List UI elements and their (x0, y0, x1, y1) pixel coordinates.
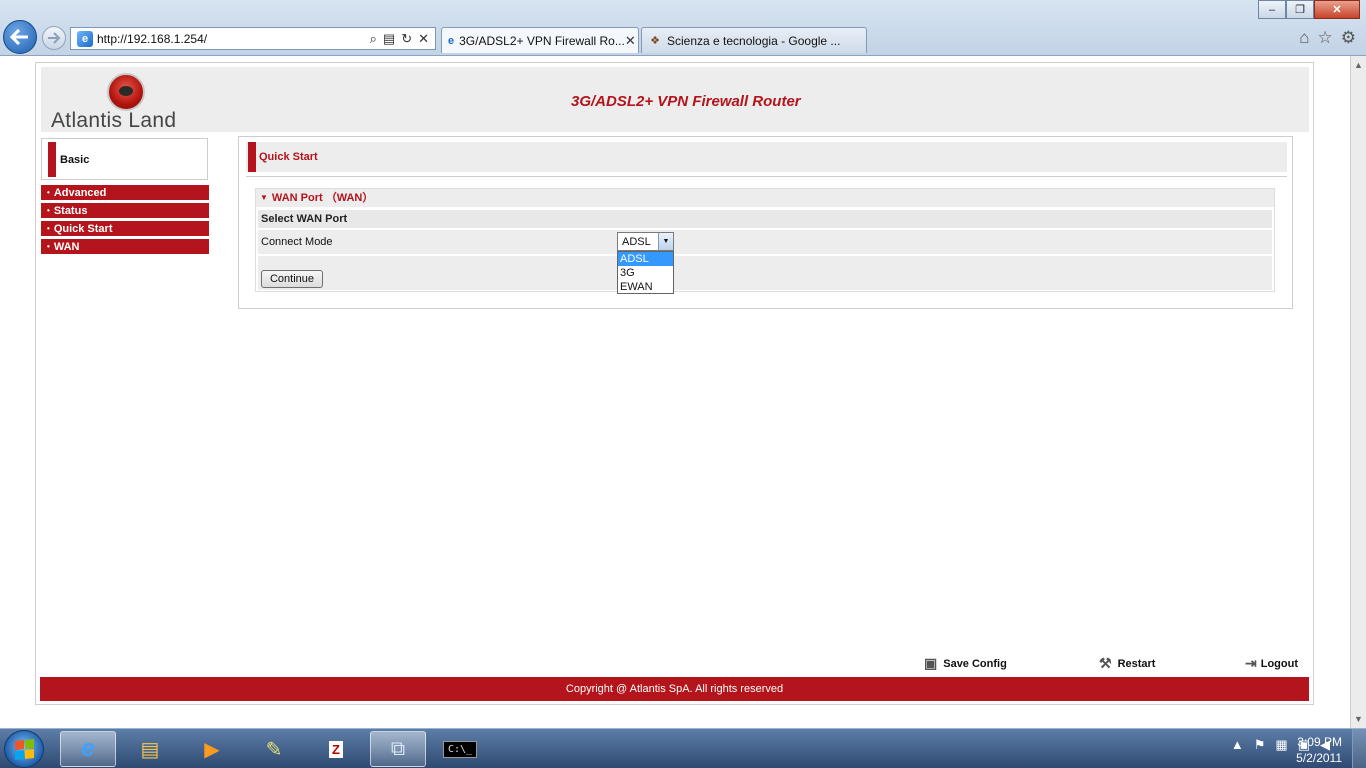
menu-item-quick-start[interactable]: • Quick Start (41, 221, 209, 237)
continue-button[interactable]: Continue (261, 270, 323, 288)
connect-mode-row: Connect Mode ADSL ▼ ADSL 3G EWAN (258, 230, 1272, 294)
favorites-star-icon[interactable]: ☆ (1318, 28, 1333, 48)
page-header: Atlantis Land 3G/ADSL2+ VPN Firewall Rou… (41, 67, 1309, 132)
section-title: Quick Start (259, 151, 318, 163)
news-icon: ❖ (650, 35, 660, 47)
logout-door-icon: ⇥ (1245, 655, 1257, 671)
home-icon[interactable]: ⌂ (1299, 28, 1309, 48)
back-button[interactable] (3, 20, 37, 54)
scroll-down-icon[interactable]: ▼ (1354, 714, 1363, 724)
taskbar-paint-icon[interactable]: ✎ (246, 731, 302, 767)
save-disk-icon: ▣ (924, 655, 938, 671)
show-desktop-button[interactable] (1352, 729, 1366, 768)
atlantis-logo-icon (107, 73, 145, 111)
section-header: Quick Start (246, 142, 1287, 172)
windows-logo-icon (14, 738, 34, 760)
connect-mode-dropdown: ADSL 3G EWAN (617, 251, 674, 294)
wan-panel-title: WAN Port （WAN） (271, 192, 374, 204)
action-center-flag-icon[interactable]: ⚑ (1254, 737, 1266, 753)
connect-mode-label: Connect Mode (261, 236, 333, 248)
device-icon[interactable]: ▦ (1275, 737, 1287, 753)
tab-google[interactable]: ❖ Scienza e tecnologia - Google ... (641, 27, 867, 53)
dropdown-arrow-icon[interactable]: ▼ (658, 233, 673, 250)
ie-page-icon: e (448, 34, 455, 47)
wan-port-panel: ▼ WAN Port （WAN） Select WAN Port Connect … (255, 188, 1275, 294)
close-window-button[interactable]: ✕ (1314, 0, 1360, 19)
windows-taskbar: e ▤ ▶ ✎ Z ⧉ C:\_ ▲ ⚑ ▦ ▣ ◀ 3:09 PM 5/2/2… (0, 728, 1366, 768)
compat-view-icon[interactable]: ▤ (383, 31, 395, 47)
menu-basic-label: Basic (60, 154, 90, 166)
connect-mode-select[interactable]: ADSL ▼ (617, 232, 674, 251)
menu-basic[interactable]: Basic (41, 138, 208, 180)
clock-date: 5/2/2011 (1296, 751, 1342, 765)
refresh-icon[interactable]: ↻ (401, 31, 412, 47)
tools-gear-icon[interactable]: ⚙ (1341, 28, 1356, 48)
search-icon[interactable]: ⌕ (370, 31, 377, 47)
browser-chrome: e ⌕ ▤ ↻ ✕ e 3G/ADSL2+ VPN Firewall Ro...… (0, 0, 1366, 56)
router-page: Atlantis Land 3G/ADSL2+ VPN Firewall Rou… (35, 62, 1314, 705)
tab-label: 3G/ADSL2+ VPN Firewall Ro... (459, 33, 625, 48)
taskbar-explorer-icon[interactable]: ▤ (122, 731, 178, 767)
forward-arrow-icon (48, 32, 61, 44)
bullet-icon: • (47, 242, 50, 251)
page-icon: e (77, 30, 93, 47)
option-ewan[interactable]: EWAN (618, 280, 673, 294)
option-adsl[interactable]: ADSL (618, 252, 673, 266)
taskbar-clock[interactable]: 3:09 PM 5/2/2011 (1296, 734, 1342, 766)
clock-time: 3:09 PM (1297, 735, 1342, 749)
address-input[interactable] (97, 31, 352, 46)
taskbar-cmd-icon[interactable]: C:\_ (432, 731, 488, 767)
stop-icon[interactable]: ✕ (418, 31, 429, 47)
select-wan-port-heading: Select WAN Port (258, 210, 1272, 228)
continue-row: Continue (258, 256, 1272, 290)
wan-panel-header[interactable]: ▼ WAN Port （WAN） (256, 189, 1274, 207)
option-3g[interactable]: 3G (618, 266, 673, 280)
page-title: 3G/ADSL2+ VPN Firewall Router (571, 93, 801, 110)
bullet-icon: • (47, 188, 50, 197)
maximize-button[interactable]: ❐ (1286, 0, 1314, 19)
logo-text: Atlantis Land (51, 109, 177, 132)
address-bar: e ⌕ ▤ ↻ ✕ (70, 27, 436, 50)
scroll-up-icon[interactable]: ▲ (1354, 60, 1363, 70)
menu-item-advanced[interactable]: • Advanced (41, 185, 209, 201)
menu-item-status[interactable]: • Status (41, 203, 209, 219)
back-arrow-icon (10, 29, 28, 45)
bullet-icon: • (47, 224, 50, 233)
start-button[interactable] (4, 730, 44, 768)
restart-tools-icon: ⚒ (1099, 655, 1112, 671)
taskbar-remote-desktop-icon[interactable]: ⧉ (370, 731, 426, 767)
logout-action[interactable]: ⇥ Logout (1245, 655, 1298, 672)
divider (246, 176, 1287, 177)
taskbar-ie-icon[interactable]: e (60, 731, 116, 767)
close-tab-icon[interactable]: ✕ (625, 33, 636, 49)
bullet-icon: • (47, 206, 50, 215)
copyright-footer: Copyright @ Atlantis SpA. All rights res… (40, 677, 1309, 701)
menu-item-wan[interactable]: • WAN (41, 239, 209, 255)
collapse-triangle-icon: ▼ (260, 193, 268, 202)
connect-mode-value: ADSL (622, 236, 651, 248)
save-config-action[interactable]: ▣ Save Config (924, 655, 1007, 672)
minimize-button[interactable]: – (1258, 0, 1286, 19)
main-content: Quick Start ▼ WAN Port （WAN） Select WAN P… (238, 136, 1293, 309)
forward-button[interactable] (42, 26, 66, 50)
tab-router[interactable]: e 3G/ADSL2+ VPN Firewall Ro... ✕ (441, 27, 639, 53)
show-hidden-icons-icon[interactable]: ▲ (1231, 737, 1244, 753)
vertical-scrollbar[interactable]: ▲ ▼ (1350, 56, 1366, 728)
taskbar-filezilla-icon[interactable]: Z (308, 731, 364, 767)
taskbar-media-player-icon[interactable]: ▶ (184, 731, 240, 767)
tab-label: Scienza e tecnologia - Google ... (667, 33, 841, 48)
restart-action[interactable]: ⚒ Restart (1099, 655, 1155, 672)
page-viewport: Atlantis Land 3G/ADSL2+ VPN Firewall Rou… (0, 56, 1350, 728)
